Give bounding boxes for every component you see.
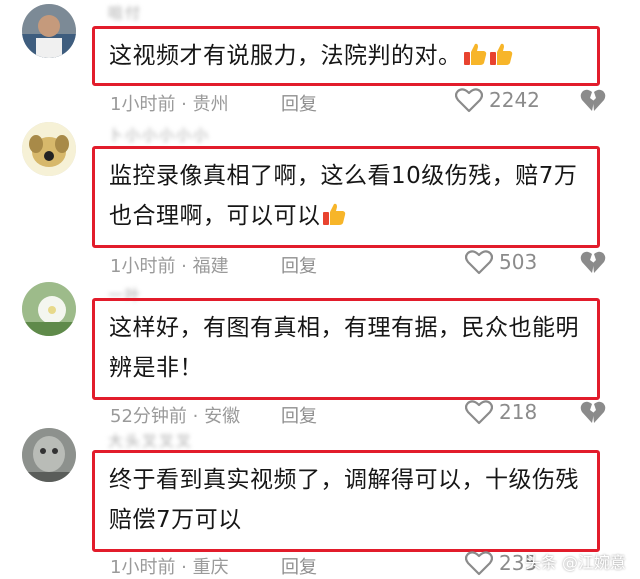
dislike-button[interactable]: [580, 249, 606, 280]
avatar[interactable]: [22, 282, 76, 336]
comment-text-box: 监控录像真相了啊，这么看10级伤残，赔7万也合理啊，可以可以: [92, 146, 600, 248]
like-count: 2242: [489, 88, 540, 112]
time-location: 1小时前 · 贵州: [110, 94, 229, 115]
like-button[interactable]: 2242: [455, 87, 540, 113]
like-button[interactable]: 503: [465, 249, 537, 275]
reply-button[interactable]: 回复: [281, 252, 317, 278]
heart-outline-icon: [465, 250, 493, 275]
time-location: 52分钟前 · 安徽: [110, 406, 241, 427]
thumbs-up-emoji-icon: [488, 40, 514, 66]
broken-heart-icon: [580, 401, 606, 423]
time-location: 1小时前 · 福建: [110, 256, 229, 277]
reply-button[interactable]: 回复: [281, 402, 317, 428]
dislike-button[interactable]: [580, 399, 606, 430]
like-count: 503: [499, 250, 538, 274]
like-count: 218: [499, 400, 538, 424]
avatar[interactable]: [22, 4, 76, 58]
avatar[interactable]: [22, 122, 76, 176]
comment-text-box: 终于看到真实视频了，调解得可以，十级伤残赔偿7万可以: [92, 450, 600, 552]
avatar[interactable]: [22, 428, 76, 482]
watermark: 头条 @江婉意: [524, 553, 626, 572]
thumbs-up-emoji-icon: [321, 200, 347, 226]
username[interactable]: 大头叉叉叉: [108, 430, 193, 450]
comment-text: 这样好，有图有真相，有理有据，民众也能明辨是非！: [109, 315, 579, 381]
time-location: 1小时前 · 重庆: [110, 557, 229, 578]
comment-text: 终于看到真实视频了，调解得可以，十级伤残赔偿7万可以: [109, 467, 579, 533]
comment-meta: 1小时前 · 福建 回复 503: [110, 249, 630, 282]
heart-outline-icon: [465, 551, 493, 576]
thumbs-up-emoji-icon: [462, 40, 488, 66]
username[interactable]: 咀付: [108, 2, 142, 22]
comment-text-box: 这视频才有说服力，法院判的对。: [92, 26, 600, 86]
heart-outline-icon: [465, 400, 493, 425]
comment-meta: 1小时前 · 贵州 回复 2242: [110, 87, 630, 120]
heart-outline-icon: [455, 88, 483, 113]
comment-text-box: 这样好，有图有真相，有理有据，民众也能明辨是非！: [92, 298, 600, 400]
like-button[interactable]: 218: [465, 399, 537, 425]
broken-heart-icon: [580, 251, 606, 273]
reply-button[interactable]: 回复: [281, 553, 317, 579]
comment-text: 这视频才有说服力，法院判的对。: [109, 43, 462, 69]
username[interactable]: 卜小小小小小: [108, 124, 210, 144]
reply-button[interactable]: 回复: [281, 90, 317, 116]
dislike-button[interactable]: [580, 87, 606, 118]
comment-meta: 52分钟前 · 安徽 回复 218: [110, 399, 630, 432]
broken-heart-icon: [580, 89, 606, 111]
